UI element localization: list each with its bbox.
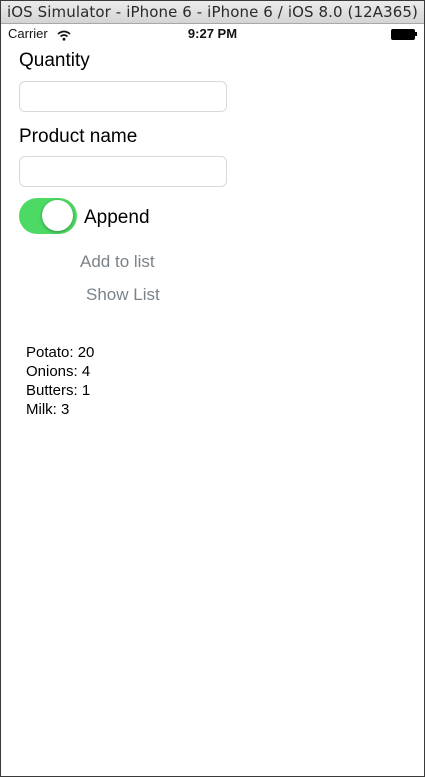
list-item: Butters: 1 [26, 382, 91, 399]
status-bar: Carrier 9:27 PM [1, 24, 424, 44]
quantity-label: Quantity [19, 50, 90, 71]
product-name-label: Product name [19, 126, 138, 147]
device-screen: Carrier 9:27 PM Quantity Product name Ap… [1, 24, 424, 776]
status-time: 9:27 PM [187, 26, 238, 41]
append-label: Append [84, 207, 150, 228]
quantity-field[interactable] [19, 81, 227, 112]
list-item: Milk: 3 [26, 401, 70, 418]
list-item: Onions: 4 [26, 363, 91, 380]
product-list: Potato: 20 Onions: 4 Butters: 1 Milk: 3 [26, 343, 94, 419]
window-title: iOS Simulator - iPhone 6 - iPhone 6 / iO… [1, 1, 424, 24]
product-name-field[interactable] [19, 156, 227, 187]
simulator-window: iOS Simulator - iPhone 6 - iPhone 6 / iO… [0, 0, 425, 777]
show-list-button[interactable]: Show List [86, 285, 160, 305]
add-to-list-button[interactable]: Add to list [80, 252, 155, 272]
list-item: Potato: 20 [26, 344, 95, 361]
append-toggle[interactable] [19, 198, 77, 234]
battery-tip [415, 32, 417, 36]
toggle-knob [42, 200, 73, 231]
battery-icon [391, 29, 415, 40]
